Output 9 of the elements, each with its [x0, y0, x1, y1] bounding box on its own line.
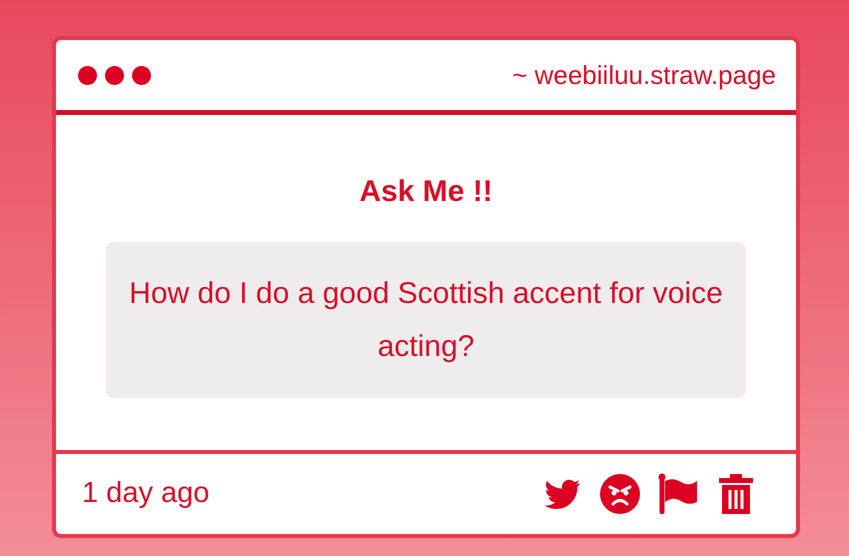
window-dot-icon	[78, 66, 97, 84]
window-title: ~ weebiiluu.straw.page	[512, 58, 776, 92]
window-dot-icon	[132, 66, 151, 84]
window-dot-icon	[105, 66, 124, 84]
question-text: How do I do a good Scottish accent for voice acting?	[106, 242, 746, 398]
angry-face-icon[interactable]	[598, 472, 642, 516]
flag-icon[interactable]	[656, 472, 700, 516]
timestamp: 1 day ago	[82, 476, 210, 512]
heading: Ask Me !!	[358, 174, 494, 210]
